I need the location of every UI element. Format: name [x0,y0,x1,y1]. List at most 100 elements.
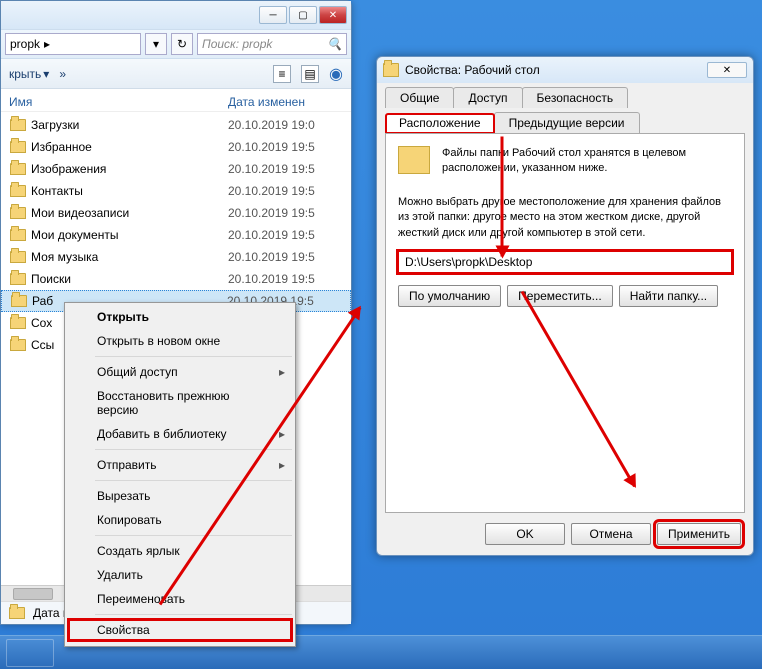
folder-icon [9,337,27,353]
folder-icon [9,315,27,331]
folder-icon [9,249,27,265]
dialog-buttons: OK Отмена Применить [485,523,741,545]
menu-item[interactable]: Свойства [67,618,293,642]
tab[interactable]: Предыдущие версии [494,112,640,133]
chevron-icon: ▸ [44,37,50,51]
toolbar-more[interactable]: » [59,67,66,81]
list-item[interactable]: Изображения 20.10.2019 19:5 [1,158,351,180]
maximize-button[interactable]: ▢ [289,6,317,24]
toolbar: крыть ▾ » ≡ ▤ ◉ [1,59,351,89]
folder-large-icon [398,146,430,174]
item-name: Контакты [31,184,228,198]
separator [95,356,292,357]
item-name: Мои документы [31,228,228,242]
search-icon[interactable]: 🔍 [327,37,342,51]
separator [95,480,292,481]
dialog-close-button[interactable]: ✕ [707,62,747,78]
dropdown-icon: ▾ [43,67,49,81]
folder-icon [383,63,399,77]
item-date: 20.10.2019 19:5 [228,228,343,242]
separator [95,614,292,615]
preview-pane-icon[interactable]: ▤ [301,65,319,83]
menu-item[interactable]: Переименовать [67,587,293,611]
tab[interactable]: Безопасность [522,87,629,108]
breadcrumb[interactable]: propk ▸ [5,33,141,55]
item-date: 20.10.2019 19:5 [228,272,343,286]
search-input[interactable]: Поиск: propk 🔍 [197,33,347,55]
tab[interactable]: Доступ [453,87,522,108]
menu-item[interactable]: Вырезать [67,484,293,508]
dialog-title: Свойства: Рабочий стол [405,63,540,77]
list-item[interactable]: Контакты 20.10.2019 19:5 [1,180,351,202]
help-icon[interactable]: ◉ [329,64,343,84]
dialog-titlebar: Свойства: Рабочий стол ✕ [377,57,753,83]
folder-icon [9,205,27,221]
separator [95,535,292,536]
view-options-icon[interactable]: ≡ [273,65,291,83]
item-name: Избранное [31,140,228,154]
location-buttons: По умолчанию Переместить... Найти папку.… [398,285,732,307]
address-bar: propk ▸ ▾ ↻ Поиск: propk 🔍 [1,29,351,59]
ok-button[interactable]: OK [485,523,565,545]
folder-icon [9,139,27,155]
folder-icon [9,607,25,619]
apply-button[interactable]: Применить [657,523,741,545]
menu-item[interactable]: Открыть [67,305,293,329]
properties-dialog: Свойства: Рабочий стол ✕ ОбщиеДоступБезо… [376,56,754,556]
item-date: 20.10.2019 19:5 [228,206,343,220]
list-item[interactable]: Мои видеозаписи 20.10.2019 19:5 [1,202,351,224]
list-item[interactable]: Избранное 20.10.2019 19:5 [1,136,351,158]
item-name: Поиски [31,272,228,286]
folder-icon [9,271,27,287]
column-headers[interactable]: Имя Дата изменен [1,89,351,112]
arrow-annotation-2 [501,137,504,257]
item-name: Загрузки [31,118,228,132]
column-name[interactable]: Имя [9,95,228,109]
path-input[interactable] [398,251,732,273]
tabs-row-1: ОбщиеДоступБезопасность [377,83,753,108]
close-button[interactable]: ✕ [319,6,347,24]
folder-icon [10,293,28,309]
folder-icon [9,161,27,177]
refresh-button[interactable]: ↻ [171,33,193,55]
folder-icon [9,183,27,199]
menu-item[interactable]: Открыть в новом окне [67,329,293,353]
list-item[interactable]: Моя музыка 20.10.2019 19:5 [1,246,351,268]
tabs-row-2: РасположениеПредыдущие версии [377,108,753,133]
tab[interactable]: Расположение [385,113,495,134]
menu-item[interactable]: Восстановить прежнюю версию [67,384,293,422]
tab[interactable]: Общие [385,87,454,108]
item-date: 20.10.2019 19:0 [228,118,343,132]
restore-default-button[interactable]: По умолчанию [398,285,501,307]
tab-content: Файлы папки Рабочий стол хранятся в целе… [385,133,745,513]
breadcrumb-segment[interactable]: propk [10,37,40,51]
folder-icon [9,117,27,133]
list-item[interactable]: Мои документы 20.10.2019 19:5 [1,224,351,246]
scroll-thumb[interactable] [13,588,53,600]
column-date[interactable]: Дата изменен [228,95,343,109]
item-date: 20.10.2019 19:5 [228,162,343,176]
item-name: Моя музыка [31,250,228,264]
open-menu[interactable]: крыть ▾ [9,67,49,81]
menu-item[interactable]: Создать ярлык [67,539,293,563]
search-placeholder: Поиск: propk [202,37,272,51]
location-desc2: Можно выбрать другое местоположение для … [398,195,732,241]
history-dropdown[interactable]: ▾ [145,33,167,55]
list-item[interactable]: Загрузки 20.10.2019 19:0 [1,114,351,136]
find-folder-button[interactable]: Найти папку... [619,285,718,307]
list-item[interactable]: Поиски 20.10.2019 19:5 [1,268,351,290]
context-menu: ОткрытьОткрыть в новом окнеОбщий доступВ… [64,302,296,647]
item-date: 20.10.2019 19:5 [228,184,343,198]
item-name: Изображения [31,162,228,176]
menu-item[interactable]: Общий доступ [67,360,293,384]
menu-item[interactable]: Копировать [67,508,293,532]
minimize-button[interactable]: ─ [259,6,287,24]
item-date: 20.10.2019 19:5 [228,250,343,264]
taskbar-item[interactable] [6,639,54,667]
item-name: Мои видеозаписи [31,206,228,220]
item-date: 20.10.2019 19:5 [228,140,343,154]
location-desc1: Файлы папки Рабочий стол хранятся в целе… [442,146,732,177]
menu-item[interactable]: Добавить в библиотеку [67,422,293,446]
cancel-button[interactable]: Отмена [571,523,651,545]
titlebar: ─ ▢ ✕ [1,1,351,29]
